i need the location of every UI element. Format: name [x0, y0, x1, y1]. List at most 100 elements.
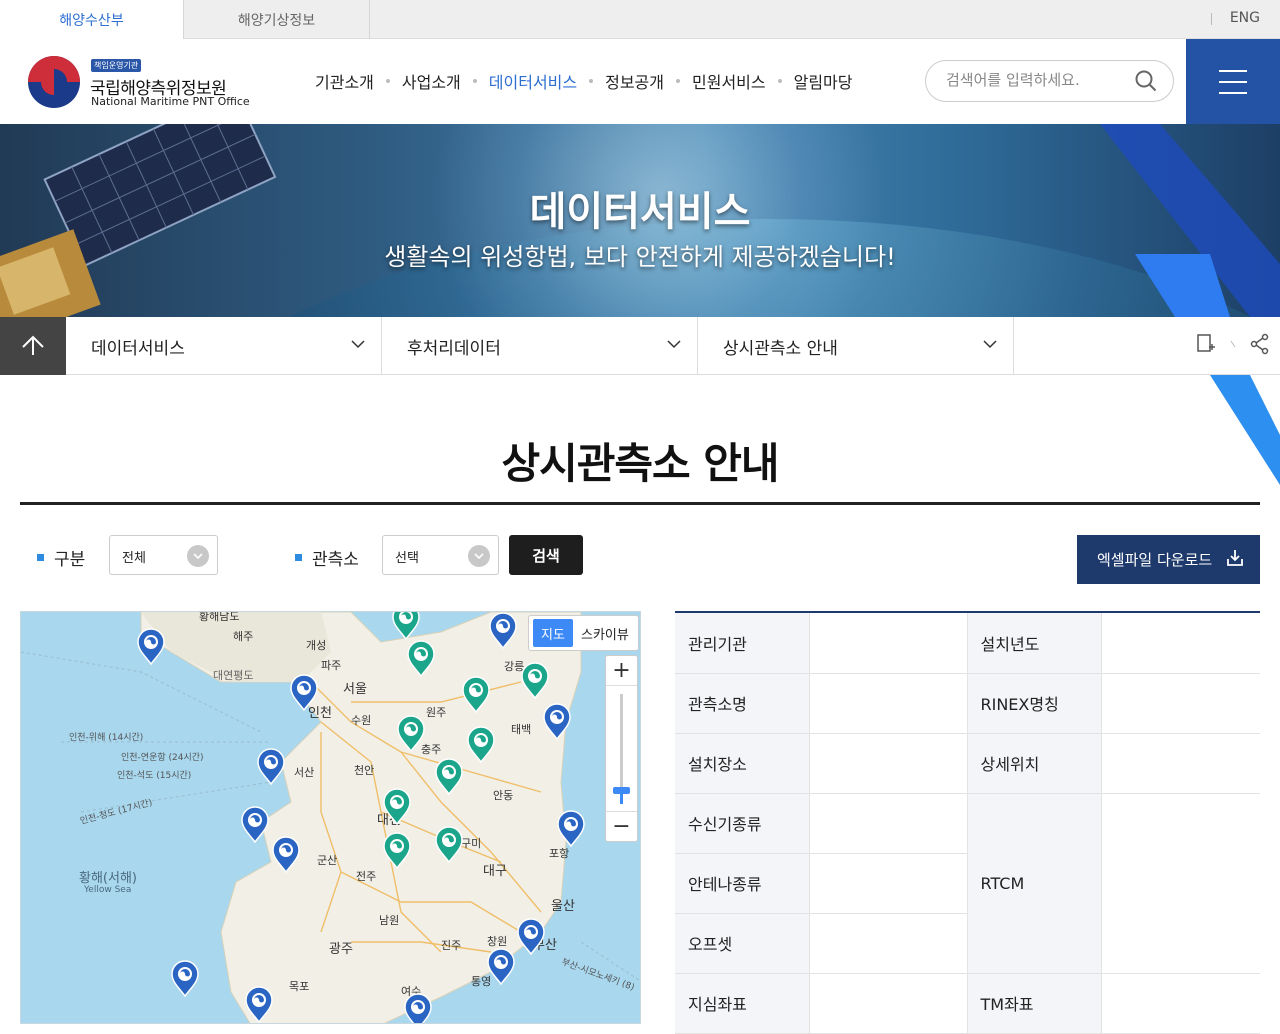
map-label: Yellow Sea	[83, 885, 131, 895]
category-label-text: 구분	[54, 550, 86, 570]
search-icon[interactable]	[1135, 70, 1157, 92]
excel-download-button[interactable]: 엑셀파일 다운로드	[1077, 535, 1260, 584]
station-pin[interactable]	[392, 612, 420, 641]
map-label: 목포	[289, 980, 309, 993]
table-cell	[1101, 673, 1260, 734]
search-input[interactable]	[946, 71, 1126, 89]
tab-marine-weather[interactable]: 해양기상정보	[184, 0, 370, 39]
map-label: 진주	[441, 939, 461, 952]
zoom-handle[interactable]	[613, 787, 630, 794]
table-cell	[1101, 733, 1260, 794]
org-eng-name: National Maritime PNT Office	[91, 95, 250, 108]
breadcrumb-level1[interactable]: 데이터서비스	[66, 317, 382, 375]
map-label: 울산	[551, 899, 575, 914]
map-label: 강릉	[504, 660, 524, 673]
table-row: 지심좌표 TM좌표	[675, 973, 1260, 1034]
share-icon[interactable]	[1250, 333, 1270, 355]
nav-civil-service[interactable]: 민원서비스	[692, 69, 766, 93]
map-label: 포항	[549, 847, 569, 860]
all-menu-button[interactable]	[1186, 39, 1280, 124]
skyview-button[interactable]: 스카이뷰	[581, 624, 629, 643]
breadcrumb-level3[interactable]: 상시관측소 안내	[698, 317, 1014, 375]
table-header-cell: TM좌표	[967, 973, 1102, 1034]
station-pin[interactable]	[137, 628, 165, 666]
map-label: 창원	[487, 935, 507, 948]
nav-data-service[interactable]: 데이터서비스	[489, 69, 577, 93]
nav-dot	[777, 79, 782, 83]
station-map[interactable]: 황해남도 해주 개성 파주 대연평도 서울 인천 수원 원주 강릉 태백 충주 …	[20, 611, 641, 1024]
station-pin[interactable]	[241, 806, 269, 844]
banner-title: 데이터서비스	[529, 189, 751, 235]
zoom-control: + −	[605, 655, 638, 842]
nav-notice[interactable]: 알림마당	[794, 69, 853, 93]
category-select-value: 전체	[122, 551, 146, 566]
map-canvas: 황해남도 해주 개성 파주 대연평도 서울 인천 수원 원주 강릉 태백 충주 …	[21, 612, 640, 1024]
zoom-in-button[interactable]: +	[606, 656, 637, 686]
map-label: 충주	[421, 743, 441, 756]
print-icon[interactable]	[1196, 333, 1216, 355]
map-label: 개성	[306, 639, 326, 652]
org-badge: 책임운영기관	[91, 59, 142, 72]
table-row: 관측소명 RINEX명칭	[675, 673, 1260, 734]
home-button[interactable]	[0, 317, 66, 375]
station-pin[interactable]	[404, 993, 432, 1024]
sub-visual-banner: 데이터서비스 생활속의 위성항법, 보다 안전하게 제공하겠습니다!	[0, 124, 1280, 317]
top-utility-bar: 해양수산부 해양기상정보 ENG	[0, 0, 1280, 40]
bullet-icon	[295, 554, 302, 561]
station-pin[interactable]	[257, 748, 285, 786]
map-label: 인천-위해 (14시간)	[69, 732, 143, 743]
map-type-toggle: 지도 스카이뷰	[528, 615, 639, 651]
zoom-out-button[interactable]: −	[606, 811, 637, 841]
station-select[interactable]: 선택	[382, 535, 499, 575]
home-icon	[22, 335, 44, 355]
title-divider	[20, 502, 1260, 505]
breadcrumb-level3-label: 상시관측소 안내	[723, 338, 838, 359]
table-header-cell: RTCM	[967, 793, 1102, 974]
map-label: 안동	[493, 789, 513, 802]
station-select-value: 선택	[395, 551, 419, 566]
category-select[interactable]: 전체	[109, 535, 218, 575]
map-label: 전주	[356, 870, 376, 883]
table-cell	[809, 793, 968, 854]
page-title: 상시관측소 안내	[501, 439, 779, 488]
station-pin[interactable]	[487, 948, 515, 986]
excel-download-label: 엑셀파일 다운로드	[1097, 551, 1213, 569]
table-header-cell: 안테나종류	[675, 853, 810, 914]
table-row: 설치장소 상세위치	[675, 733, 1260, 794]
map-label: 인천	[308, 706, 332, 721]
nav-business[interactable]: 사업소개	[402, 69, 461, 93]
map-label: 광주	[329, 942, 353, 957]
table-header-cell: 지심좌표	[675, 973, 810, 1034]
government-emblem-logo[interactable]	[28, 56, 80, 108]
map-label: 부산-시모노세키 (8)	[560, 956, 636, 993]
table-row: 관리기관 설치년도	[675, 613, 1260, 674]
lang-eng-link[interactable]: ENG	[1230, 10, 1260, 26]
map-label: 군산	[317, 854, 337, 867]
nav-disclosure[interactable]: 정보공개	[605, 69, 664, 93]
table-header-cell: RINEX명칭	[967, 673, 1102, 734]
table-cell	[809, 733, 968, 794]
table-cell	[809, 973, 968, 1034]
map-label: 태백	[511, 723, 531, 736]
main-nav: 기관소개 사업소개 데이터서비스 정보공개 민원서비스 알림마당	[315, 69, 853, 93]
table-cell	[1101, 613, 1260, 674]
download-icon	[1227, 550, 1243, 566]
tab-mof[interactable]: 해양수산부	[0, 0, 184, 40]
map-label: 구미	[461, 837, 481, 850]
station-pin[interactable]	[171, 960, 199, 998]
chevron-down-icon	[983, 340, 997, 349]
search-button[interactable]: 검색	[509, 535, 583, 575]
map-label: 남원	[379, 914, 399, 927]
nav-about[interactable]: 기관소개	[315, 69, 374, 93]
table-cell	[809, 853, 968, 914]
map-label: 인천-청도 (17시간)	[79, 797, 154, 827]
map-label: 인천-연운항 (24시간)	[121, 752, 204, 763]
breadcrumb-level2[interactable]: 후처리데이터	[382, 317, 698, 375]
chevron-down-icon	[351, 340, 365, 349]
map-label: 서산	[294, 766, 314, 779]
table-header-cell: 상세위치	[967, 733, 1102, 794]
breadcrumb-level1-label: 데이터서비스	[91, 338, 185, 359]
map-view-button[interactable]: 지도	[533, 619, 573, 647]
nav-dot	[676, 79, 680, 83]
map-label: 천안	[354, 763, 374, 777]
